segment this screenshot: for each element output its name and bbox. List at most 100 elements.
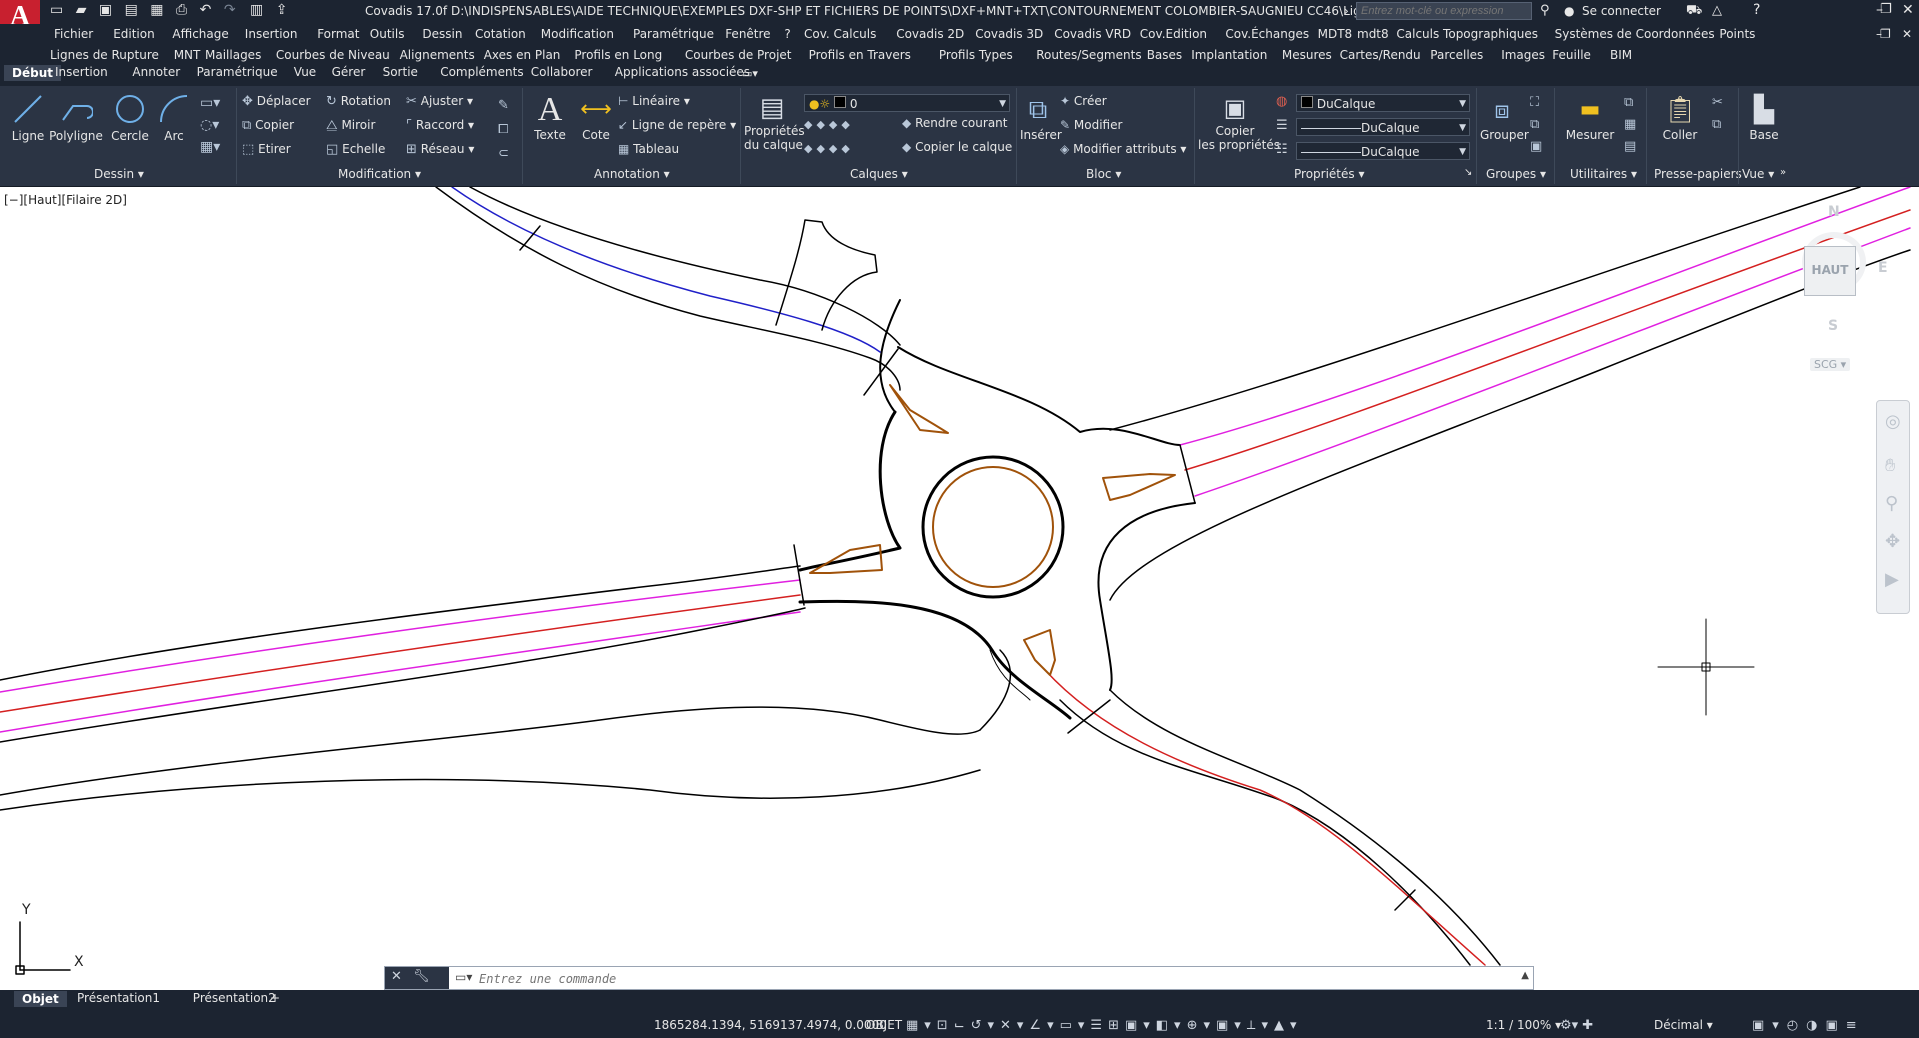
reseau-button[interactable]: ⊞ Réseau ▾: [406, 142, 474, 157]
layer-tools-row1[interactable]: ◆◆◆◆: [804, 118, 854, 131]
share-icon[interactable]: ⇪: [276, 2, 288, 18]
rendre-courant-button[interactable]: ◆ Rendre courant: [902, 116, 1007, 130]
menu-item-row2-3[interactable]: Courbes de Niveau: [276, 48, 390, 62]
units-selector[interactable]: Décimal ▾: [1654, 1018, 1713, 1032]
layer-dropdown[interactable]: ●☼ 0 ▼: [804, 94, 1010, 112]
triangle-icon[interactable]: △: [1712, 3, 1722, 18]
close-window-icon[interactable]: ✕: [1902, 2, 1914, 18]
modification-panel-title[interactable]: Modification ▾: [338, 167, 421, 181]
orbit-icon[interactable]: ✥: [1885, 531, 1900, 552]
undo-icon[interactable]: ↶: [200, 2, 212, 18]
menu-item-row2-0[interactable]: Lignes de Rupture: [50, 48, 159, 62]
save-icon[interactable]: ▣: [99, 2, 112, 18]
menu-item-10[interactable]: Fenêtre: [725, 27, 770, 41]
menu-item-row2-12[interactable]: Implantation: [1191, 48, 1267, 62]
menu-item-16[interactable]: Cov.Edition: [1140, 27, 1207, 41]
menu-item-row2-8[interactable]: Profils en Travers: [809, 48, 911, 62]
arc-button[interactable]: Arc: [156, 92, 192, 143]
menu-item-9[interactable]: Paramétrique: [633, 27, 714, 41]
ribbon-tab-7[interactable]: Compléments: [440, 65, 523, 79]
vue-panel-title[interactable]: Vue ▾: [1742, 167, 1774, 181]
ajuster-button[interactable]: ✂ Ajuster ▾: [406, 94, 473, 109]
ribbon-tab-5[interactable]: Gérer: [332, 65, 366, 79]
menu-item-20[interactable]: Calculs Topographiques: [1396, 27, 1538, 41]
menu-item-row2-4[interactable]: Alignements: [400, 48, 475, 62]
ligne-button[interactable]: Ligne: [8, 92, 48, 143]
menu-item-row2-9[interactable]: Profils Types: [939, 48, 1013, 62]
menu-item-row2-17[interactable]: Feuille: [1552, 48, 1591, 62]
showmotion-icon[interactable]: ▶: [1885, 569, 1899, 590]
tableau-button[interactable]: ▦ Tableau: [618, 142, 679, 156]
menu-item-19[interactable]: mdt8: [1357, 27, 1389, 41]
echelle-button[interactable]: ◱ Echelle: [326, 142, 385, 157]
modifier-button[interactable]: ✎ Modifier: [1060, 118, 1122, 132]
search-arrow-icon[interactable]: ›: [1344, 4, 1349, 18]
doc-close-icon[interactable]: ✕: [1902, 27, 1912, 41]
lineweight-dropdown[interactable]: DuCalque ▼: [1296, 142, 1470, 160]
modifier-attributs-button[interactable]: ◈ Modifier attributs ▾: [1060, 142, 1186, 156]
coller-button[interactable]: 📋︎ Coller: [1660, 92, 1700, 142]
publish-icon[interactable]: ▥: [250, 2, 263, 18]
ucs-dropdown[interactable]: SCG ▾: [1810, 358, 1851, 371]
annotation-scale[interactable]: 1:1 / 100% ▾: [1486, 1018, 1561, 1032]
menu-item-row2-10[interactable]: Routes/Segments: [1036, 48, 1141, 62]
proprietes-panel-title[interactable]: Propriétés ▾: [1294, 167, 1365, 181]
menu-item-row2-6[interactable]: Profils en Long: [574, 48, 662, 62]
ribbon-tab-1[interactable]: Insertion: [55, 65, 108, 79]
modification-extra-tools[interactable]: ✎ ⧠ ⊂: [498, 94, 509, 166]
texte-button[interactable]: A Texte: [528, 92, 572, 143]
inserer-button[interactable]: ⧉ Insérer: [1020, 92, 1062, 142]
menu-item-row2-14[interactable]: Cartes/Rendu: [1340, 48, 1421, 62]
binoculars-icon[interactable]: ⚲: [1540, 3, 1550, 18]
etirer-button[interactable]: ⬚ Etirer: [242, 142, 291, 157]
creer-button[interactable]: ✦ Créer: [1060, 94, 1107, 108]
menu-item-5[interactable]: Outils: [370, 27, 405, 41]
menu-item-2[interactable]: Affichage: [172, 27, 228, 41]
menu-item-row2-7[interactable]: Courbes de Projet: [685, 48, 792, 62]
bloc-panel-title[interactable]: Bloc ▾: [1086, 167, 1121, 181]
ribbon-tab-9[interactable]: Applications associées: [615, 65, 750, 79]
base-button[interactable]: ▙ Base: [1742, 92, 1786, 142]
ribbon-tab-8[interactable]: Collaborer: [531, 65, 593, 79]
utilitaires-panel-title[interactable]: Utilitaires ▾: [1570, 167, 1637, 181]
add-layout-tab-button[interactable]: +: [270, 991, 280, 1005]
menu-item-row2-2[interactable]: Maillages: [205, 48, 261, 62]
lineaire-button[interactable]: ⊢ Linéaire ▾: [618, 94, 690, 108]
restore-window-icon[interactable]: ❐: [1880, 2, 1892, 17]
layer-tools-row2[interactable]: ◆◆◆◆: [804, 142, 854, 155]
groupes-panel-title[interactable]: Groupes ▾: [1486, 167, 1546, 181]
model-space-toggle[interactable]: OBJET: [866, 1018, 902, 1032]
command-input[interactable]: [477, 971, 1381, 987]
redo-icon[interactable]: ↷: [224, 2, 236, 18]
raccord-button[interactable]: ⌜ Raccord ▾: [406, 118, 474, 133]
layout-tab-2[interactable]: Présentation2: [193, 991, 276, 1005]
menu-item-row2-15[interactable]: Parcelles: [1430, 48, 1483, 62]
command-prompt-icon[interactable]: ▭▾: [455, 970, 472, 984]
menu-item-15[interactable]: Covadis VRD: [1054, 27, 1131, 41]
menu-item-0[interactable]: Fichier: [54, 27, 93, 41]
menu-item-17[interactable]: Cov.Échanges: [1225, 27, 1309, 41]
ribbon-tab-6[interactable]: Sortie: [383, 65, 418, 79]
properties-launcher-icon[interactable]: ↘: [1464, 167, 1472, 178]
menu-item-6[interactable]: Dessin: [422, 27, 462, 41]
expand-ribbon-icon[interactable]: »: [1780, 167, 1786, 178]
menu-item-1[interactable]: Edition: [113, 27, 155, 41]
ligne-repere-button[interactable]: ↙ Ligne de repère ▾: [618, 118, 736, 132]
customize-wrench-icon[interactable]: 🔧︎: [413, 969, 430, 984]
ribbon-tab-0[interactable]: Début: [4, 65, 61, 81]
menu-item-row2-16[interactable]: Images: [1501, 48, 1545, 62]
annotation-panel-title[interactable]: Annotation ▾: [594, 167, 670, 181]
menu-item-13[interactable]: Covadis 2D: [896, 27, 964, 41]
new-file-icon[interactable]: ▭: [50, 2, 63, 18]
copier-button[interactable]: ⧉ Copier: [242, 118, 294, 133]
user-icon[interactable]: ●: [1564, 4, 1574, 18]
group-tools[interactable]: ⛶ ⧉ ▣: [1530, 92, 1542, 158]
menu-item-11[interactable]: ?: [784, 27, 790, 41]
mesurer-button[interactable]: ▬ Mesurer: [1562, 92, 1618, 142]
doc-restore-icon[interactable]: ❐: [1880, 27, 1891, 41]
copier-proprietes-button[interactable]: ▣ Copier les propriétés: [1198, 92, 1280, 152]
deplacer-button[interactable]: ✥ Déplacer: [242, 94, 311, 109]
ribbon-tab-3[interactable]: Paramétrique: [197, 65, 278, 79]
linetype-dropdown[interactable]: DuCalque ▼: [1296, 118, 1470, 136]
menu-item-row2-18[interactable]: BIM: [1610, 48, 1632, 62]
